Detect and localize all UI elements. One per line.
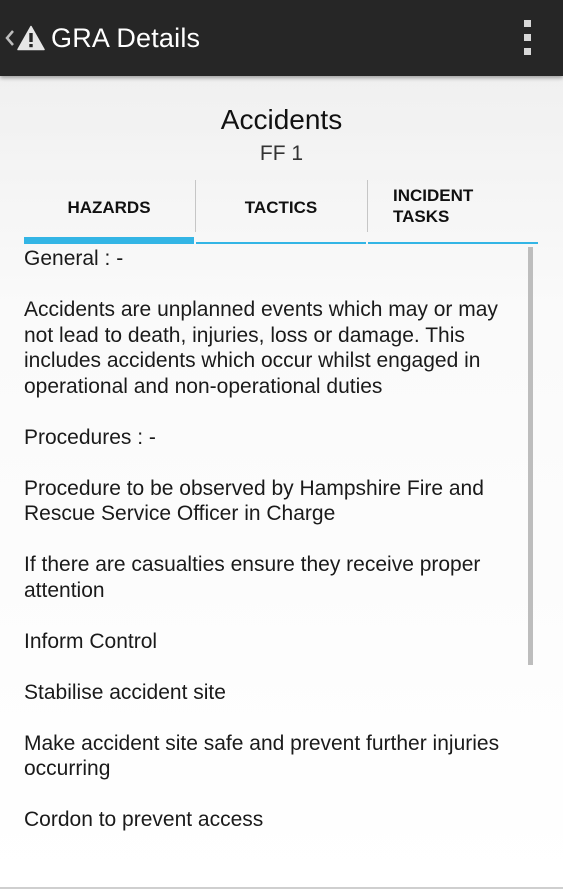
tab-bar: HAZARDS TACTICS INCIDENT TASKS (24, 180, 538, 244)
tab-incident-tasks-label-line2: TASKS (393, 207, 450, 226)
content-paragraph: General : - (24, 247, 124, 270)
content-paragraph: Procedures : - (24, 425, 156, 449)
chevron-left-icon (5, 26, 15, 50)
tab-hazards[interactable]: HAZARDS (24, 180, 194, 244)
warning-triangle-icon (17, 24, 45, 52)
content-paragraph: Accidents are unplanned events which may… (24, 298, 498, 398)
scrollbar[interactable] (528, 247, 533, 665)
tab-tactics[interactable]: TACTICS (196, 180, 366, 244)
overflow-menu-button[interactable] (519, 20, 535, 56)
action-bar: GRA Details (0, 0, 563, 76)
content-paragraph: If there are casualties ensure they rece… (24, 553, 481, 602)
content-paragraph: Procedure to be observed by Hampshire Fi… (24, 476, 484, 526)
content-paragraph: Inform Control (24, 629, 158, 653)
action-bar-title: GRA Details (51, 22, 201, 53)
detail-header: Accidents FF 1 (0, 100, 563, 168)
tab-incident-tasks[interactable]: INCIDENT TASKS (368, 180, 538, 244)
tab-hazards-indicator (24, 237, 194, 244)
content-paragraph: Stabilise accident site (24, 680, 226, 704)
hazards-content[interactable]: General : - Accidents are unplanned even… (24, 246, 524, 886)
tab-incident-tasks-indicator (368, 242, 538, 244)
page-title: Accidents (220, 104, 343, 135)
page-subtitle: FF 1 (259, 142, 304, 165)
tab-incident-tasks-label-line1: INCIDENT (393, 186, 474, 205)
content-paragraph: Cordon to prevent access (24, 808, 264, 831)
tab-tactics-label: TACTICS (244, 198, 318, 217)
tab-hazards-label: HAZARDS (67, 198, 151, 217)
tab-tactics-indicator (196, 242, 366, 244)
up-navigation-button[interactable]: GRA Details (0, 0, 208, 76)
content-paragraph: Make accident site safe and prevent furt… (24, 731, 500, 781)
